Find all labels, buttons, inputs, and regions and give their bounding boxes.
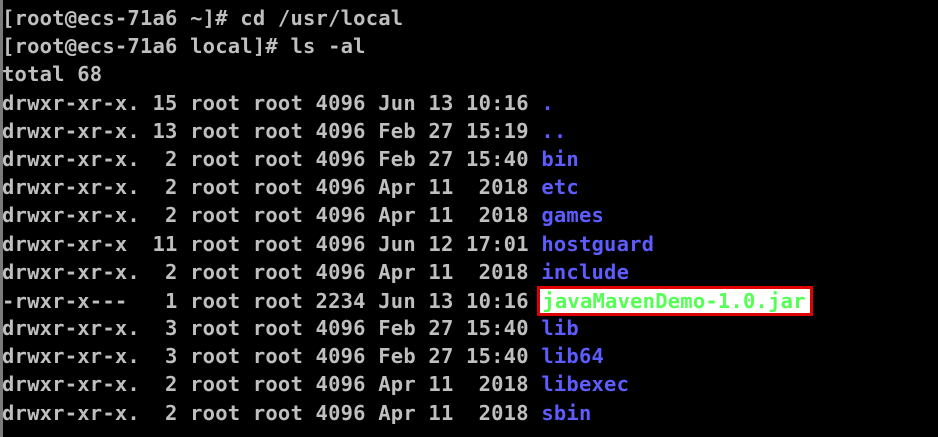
entry-attributes: drwxr-xr-x. 2 root root 4096 Apr 11 2018 [2, 372, 542, 397]
directory-name: sbin [541, 400, 592, 425]
ls-entry-row: drwxr-xr-x 11 root root 4096 Jun 12 17:0… [2, 230, 932, 258]
entry-attributes: drwxr-xr-x. 2 root root 4096 Apr 11 2018 [2, 259, 542, 284]
entry-attributes: -rwxr-x--- 1 root root 2234 Jun 13 10:16 [2, 288, 542, 313]
directory-name: . [541, 90, 554, 115]
ls-entry-row: drwxr-xr-x. 2 root root 4096 Apr 11 2018… [2, 258, 932, 286]
ls-entry-row-highlighted: -rwxr-x--- 1 root root 2234 Jun 13 10:16… [2, 285, 932, 316]
entry-attributes: drwxr-xr-x. 15 root root 4096 Jun 13 10:… [2, 90, 542, 115]
ls-entry-row: drwxr-xr-x. 2 root root 4096 Apr 11 2018… [2, 201, 932, 229]
prompt-line: [root@ecs-71a6 ~]# cd /usr/local [2, 6, 404, 30]
prompt-line: [root@ecs-71a6 local]# ls -al [2, 34, 366, 59]
ls-entry-row: drwxr-xr-x. 2 root root 4096 Feb 27 15:4… [2, 145, 932, 173]
ls-entry-row: drwxr-xr-x. 2 root root 4096 Apr 11 2018… [2, 370, 932, 398]
directory-name: hostguard [541, 231, 655, 256]
directory-name: games [541, 203, 605, 228]
entry-attributes: drwxr-xr-x. 3 root root 4096 Feb 27 15:4… [2, 344, 542, 369]
directory-name: .. [541, 118, 567, 143]
ls-entry-row: drwxr-xr-x. 13 root root 4096 Feb 27 15:… [2, 117, 932, 145]
entry-attributes: drwxr-xr-x. 2 root root 4096 Apr 11 2018 [2, 203, 542, 228]
ls-entry-row: drwxr-xr-x. 15 root root 4096 Jun 13 10:… [2, 89, 932, 117]
directory-name: etc [541, 175, 579, 200]
total-line: total 68 [2, 62, 103, 87]
ls-entry-row: drwxr-xr-x. 3 root root 4096 Feb 27 15:4… [2, 314, 932, 342]
directory-name: lib64 [541, 344, 605, 369]
terminal-window[interactable]: [root@ecs-71a6 ~]# cd /usr/local [root@e… [0, 0, 938, 437]
highlighted-jar-file[interactable]: javaMavenDemo-1.0.jar [537, 285, 813, 316]
entry-attributes: drwxr-xr-x. 3 root root 4096 Feb 27 15:4… [2, 316, 542, 341]
entry-attributes: drwxr-xr-x. 2 root root 4096 Apr 11 2018 [2, 400, 542, 425]
entry-attributes: drwxr-xr-x. 2 root root 4096 Apr 11 2018 [2, 175, 542, 200]
entry-attributes: drwxr-xr-x 11 root root 4096 Jun 12 17:0… [2, 231, 542, 256]
directory-name: libexec [541, 372, 630, 397]
terminal-output: [root@ecs-71a6 ~]# cd /usr/local [root@e… [2, 4, 932, 427]
entry-attributes: drwxr-xr-x. 2 root root 4096 Feb 27 15:4… [2, 146, 542, 171]
ls-entry-row: drwxr-xr-x. 2 root root 4096 Apr 11 2018… [2, 173, 932, 201]
directory-name: include [541, 259, 630, 284]
ls-entry-row: drwxr-xr-x. 2 root root 4096 Apr 11 2018… [2, 399, 932, 427]
directory-name: lib [541, 316, 579, 341]
entry-attributes: drwxr-xr-x. 13 root root 4096 Feb 27 15:… [2, 118, 542, 143]
directory-name: bin [541, 146, 579, 171]
ls-entry-row: drwxr-xr-x. 3 root root 4096 Feb 27 15:4… [2, 342, 932, 370]
